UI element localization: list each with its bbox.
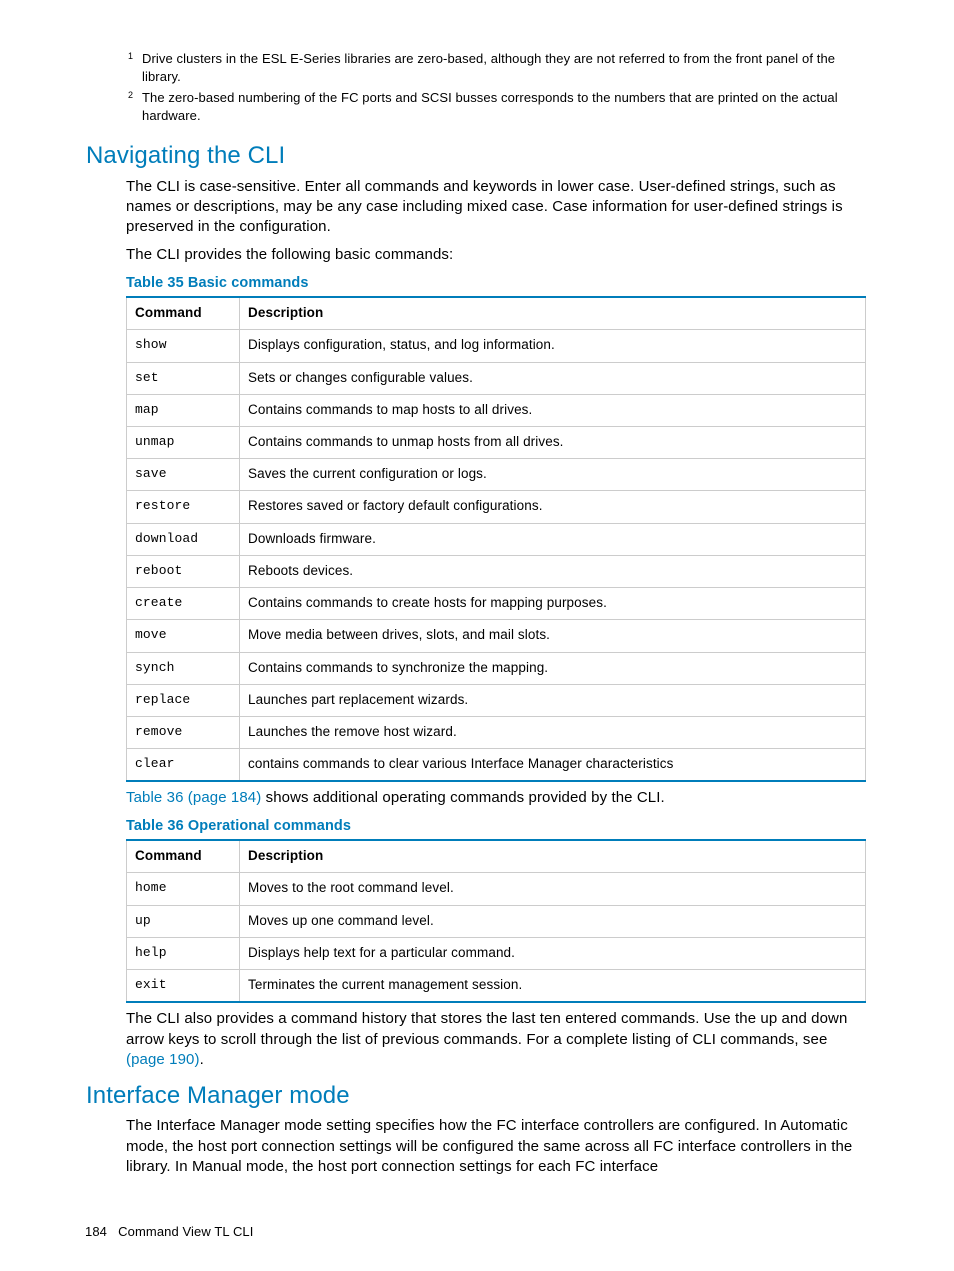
- footnote-text: Drive clusters in the ESL E-Series libra…: [142, 51, 835, 84]
- link-page-190[interactable]: (page 190): [126, 1051, 200, 1068]
- cell-command: up: [127, 905, 240, 937]
- cell-command: map: [127, 394, 240, 426]
- cell-description: Contains commands to map hosts to all dr…: [240, 394, 866, 426]
- cell-command: set: [127, 362, 240, 394]
- section-nav-cli-body: The CLI is case-sensitive. Enter all com…: [126, 177, 866, 1071]
- footnote-1: 1 Drive clusters in the ESL E-Series lib…: [128, 50, 866, 85]
- cell-description: Moves up one command level.: [240, 905, 866, 937]
- table-row: downloadDownloads firmware.: [127, 523, 866, 555]
- table-row: helpDisplays help text for a particular …: [127, 937, 866, 969]
- th-command: Command: [127, 297, 240, 330]
- cell-command: move: [127, 620, 240, 652]
- cell-command: replace: [127, 684, 240, 716]
- heading-interface-manager-mode: Interface Manager mode: [86, 1080, 866, 1112]
- cell-command: show: [127, 330, 240, 362]
- cell-description: Contains commands to unmap hosts from al…: [240, 427, 866, 459]
- table-row: moveMove media between drives, slots, an…: [127, 620, 866, 652]
- heading-navigating-cli: Navigating the CLI: [86, 140, 866, 172]
- table-row: exitTerminates the current management se…: [127, 970, 866, 1003]
- table-row: upMoves up one command level.: [127, 905, 866, 937]
- section-ifm-body: The Interface Manager mode setting speci…: [126, 1116, 866, 1177]
- paragraph: The CLI provides the following basic com…: [126, 245, 866, 265]
- table-row: mapContains commands to map hosts to all…: [127, 394, 866, 426]
- table-row: setSets or changes configurable values.: [127, 362, 866, 394]
- th-description: Description: [240, 297, 866, 330]
- cell-description: Contains commands to create hosts for ma…: [240, 588, 866, 620]
- footnote-num: 2: [128, 89, 133, 101]
- footnote-text: The zero-based numbering of the FC ports…: [142, 90, 838, 123]
- footnotes-block: 1 Drive clusters in the ESL E-Series lib…: [128, 50, 866, 124]
- table35-caption: Table 35 Basic commands: [126, 274, 866, 294]
- cell-description: Downloads firmware.: [240, 523, 866, 555]
- cell-description: Displays configuration, status, and log …: [240, 330, 866, 362]
- cell-command: create: [127, 588, 240, 620]
- cell-description: Moves to the root command level.: [240, 873, 866, 905]
- paragraph: Table 36 (page 184) shows additional ope…: [126, 788, 866, 808]
- cell-description: Terminates the current management sessio…: [240, 970, 866, 1003]
- table-row: unmapContains commands to unmap hosts fr…: [127, 427, 866, 459]
- paragraph: The CLI also provides a command history …: [126, 1009, 866, 1070]
- cell-description: Restores saved or factory default config…: [240, 491, 866, 523]
- cell-command: synch: [127, 652, 240, 684]
- table-row: replaceLaunches part replacement wizards…: [127, 684, 866, 716]
- table-row: createContains commands to create hosts …: [127, 588, 866, 620]
- text: .: [200, 1051, 204, 1068]
- table-row: restoreRestores saved or factory default…: [127, 491, 866, 523]
- page-number: 184: [85, 1224, 107, 1239]
- footnote-num: 1: [128, 50, 133, 62]
- cell-description: Reboots devices.: [240, 555, 866, 587]
- table-row: saveSaves the current configuration or l…: [127, 459, 866, 491]
- table36-caption: Table 36 Operational commands: [126, 817, 866, 837]
- cell-description: Move media between drives, slots, and ma…: [240, 620, 866, 652]
- cell-command: help: [127, 937, 240, 969]
- cell-description: Launches part replacement wizards.: [240, 684, 866, 716]
- cell-command: unmap: [127, 427, 240, 459]
- paragraph: The CLI is case-sensitive. Enter all com…: [126, 177, 866, 238]
- cell-command: restore: [127, 491, 240, 523]
- table-row: clearcontains commands to clear various …: [127, 749, 866, 782]
- cell-description: Saves the current configuration or logs.: [240, 459, 866, 491]
- cell-description: contains commands to clear various Inter…: [240, 749, 866, 782]
- cell-command: download: [127, 523, 240, 555]
- table-row: homeMoves to the root command level.: [127, 873, 866, 905]
- text: The CLI also provides a command history …: [126, 1010, 847, 1047]
- table35-basic-commands: Command Description showDisplays configu…: [126, 296, 866, 782]
- cell-command: remove: [127, 716, 240, 748]
- paragraph: The Interface Manager mode setting speci…: [126, 1116, 866, 1177]
- cell-command: home: [127, 873, 240, 905]
- cell-description: Contains commands to synchronize the map…: [240, 652, 866, 684]
- table-row: rebootReboots devices.: [127, 555, 866, 587]
- th-description: Description: [240, 840, 866, 873]
- table-row: showDisplays configuration, status, and …: [127, 330, 866, 362]
- cell-description: Sets or changes configurable values.: [240, 362, 866, 394]
- th-command: Command: [127, 840, 240, 873]
- cell-description: Displays help text for a particular comm…: [240, 937, 866, 969]
- page-footer: 184 Command View TL CLI: [85, 1223, 866, 1241]
- cell-command: reboot: [127, 555, 240, 587]
- table-row: removeLaunches the remove host wizard.: [127, 716, 866, 748]
- table-row: synchContains commands to synchronize th…: [127, 652, 866, 684]
- footnote-2: 2 The zero-based numbering of the FC por…: [128, 89, 866, 124]
- cell-command: clear: [127, 749, 240, 782]
- text: shows additional operating commands prov…: [261, 789, 664, 806]
- cell-description: Launches the remove host wizard.: [240, 716, 866, 748]
- link-table36[interactable]: Table 36 (page 184): [126, 789, 261, 806]
- footer-label: Command View TL CLI: [118, 1224, 253, 1239]
- cell-command: exit: [127, 970, 240, 1003]
- cell-command: save: [127, 459, 240, 491]
- table36-operational-commands: Command Description homeMoves to the roo…: [126, 839, 866, 1003]
